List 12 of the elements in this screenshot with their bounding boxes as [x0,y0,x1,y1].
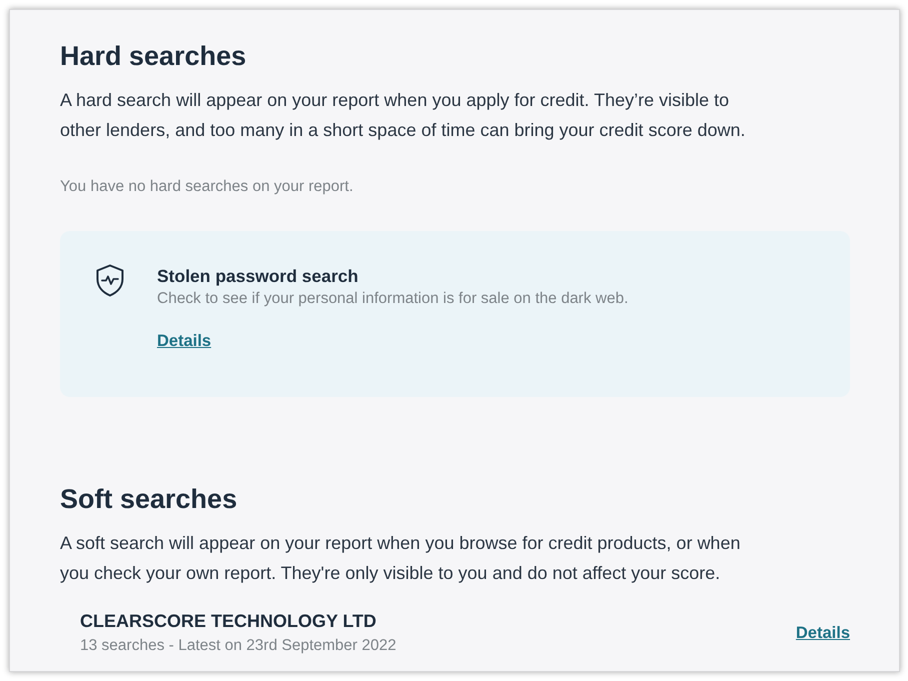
card-description: Check to see if your personal information is for sale on the dark web. [157,289,628,309]
shield-icon [96,264,124,297]
section-description: A hard search will appear on your report when you apply for credit. They’re visible to other lenders, and too many in a short space of time can bring your credit score down. [60,89,746,142]
search-company-name: CLEARSCORE TECHNOLOGY LTD [80,610,376,633]
section-heading: Hard searches [60,40,246,73]
card-title: Stolen password search [157,265,358,288]
details-link[interactable]: Details [157,330,212,352]
section-heading: Soft searches [60,483,238,516]
details-link[interactable]: Details [796,622,850,644]
section-description: A soft search will appear on your report when you browse for credit products, or when you check your own report. They're only visible to you and do not affect your score. [60,532,742,585]
empty-message: You have no hard searches on your report. [60,177,354,197]
search-summary: 13 searches - Latest on 23rd September 2022 [80,636,396,656]
